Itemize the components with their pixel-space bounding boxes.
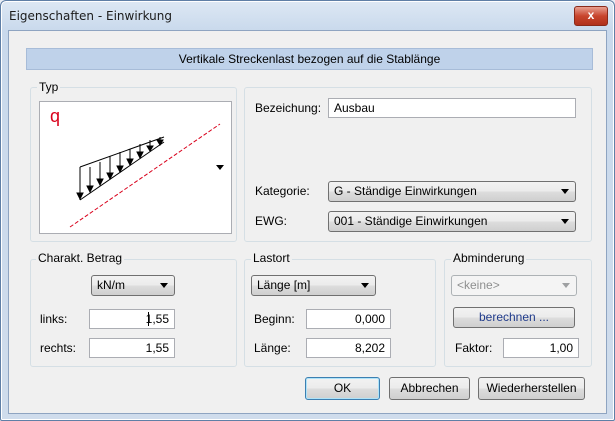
ewg-select[interactable]: 001 - Ständige Einwirkungen xyxy=(328,211,576,232)
abminderung-group-label: Abminderung xyxy=(451,251,527,265)
title-bar[interactable]: Eigenschaften - Einwirkung x xyxy=(1,1,614,31)
lastort-unit-value: Länge [m] xyxy=(257,278,311,292)
bezeichnung-label: Bezeichung: xyxy=(255,101,322,115)
lastort-group-label: Lastort xyxy=(251,251,292,265)
abbrechen-button[interactable]: Abbrechen xyxy=(389,377,470,400)
chevron-down-icon xyxy=(562,283,570,288)
abminderung-select[interactable]: <keine> xyxy=(451,275,577,296)
faktor-label: Faktor: xyxy=(455,341,493,355)
ewg-value: 001 - Ständige Einwirkungen xyxy=(334,214,488,228)
lastort-unit-select[interactable]: Länge [m] xyxy=(251,275,376,296)
kategorie-label: Kategorie: xyxy=(255,184,310,198)
betrag-unit-value: kN/m xyxy=(97,278,125,292)
chevron-down-icon xyxy=(561,219,569,224)
kategorie-select[interactable]: G - Ständige Einwirkungen xyxy=(328,181,576,202)
beginn-label: Beginn: xyxy=(254,312,295,326)
links-label: links: xyxy=(40,312,68,326)
chevron-down-icon[interactable] xyxy=(216,165,224,170)
chevron-down-icon xyxy=(561,189,569,194)
betrag-unit-select[interactable]: kN/m xyxy=(91,275,175,296)
wiederherstellen-button[interactable]: Wiederherstellen xyxy=(478,377,585,400)
bezeichnung-input[interactable]: Ausbau xyxy=(328,98,576,118)
abminderung-value: <keine> xyxy=(457,278,500,292)
rechts-input[interactable]: 1,55 xyxy=(89,338,175,358)
faktor-input[interactable]: 1,00 xyxy=(503,338,579,358)
text-caret xyxy=(148,312,149,326)
distributed-load-diagram xyxy=(69,123,221,228)
load-type-preview[interactable]: q xyxy=(39,101,232,234)
berechnen-button[interactable]: berechnen ... xyxy=(453,307,575,328)
betrag-group-label: Charakt. Betrag xyxy=(36,251,125,265)
laenge-label: Länge: xyxy=(254,341,291,355)
kategorie-value: G - Ständige Einwirkungen xyxy=(334,184,477,198)
chevron-down-icon xyxy=(160,283,168,288)
beginn-input[interactable]: 0,000 xyxy=(306,309,391,329)
laenge-input[interactable]: 8,202 xyxy=(306,338,391,358)
close-icon: x xyxy=(587,8,595,22)
load-type-header: Vertikale Streckenlast bezogen auf die S… xyxy=(26,48,593,70)
links-input[interactable]: 1,55 xyxy=(89,309,175,329)
chevron-down-icon xyxy=(361,283,369,288)
typ-group-label: Typ xyxy=(37,80,61,94)
close-button[interactable]: x xyxy=(574,6,608,26)
ok-button[interactable]: OK xyxy=(305,377,380,400)
ewg-label: EWG: xyxy=(255,214,287,228)
window-title: Eigenschaften - Einwirkung xyxy=(9,9,173,23)
rechts-label: rechts: xyxy=(40,341,77,355)
